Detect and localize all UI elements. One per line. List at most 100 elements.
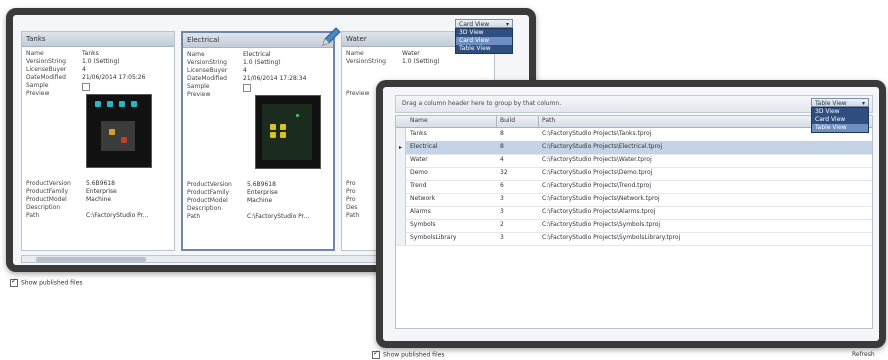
row-selector[interactable] <box>396 128 406 141</box>
table-row[interactable]: Demo 32 C:\FactoryStudio Projects\Demo.tpr… <box>396 167 872 181</box>
view-mode-selected-label: Card View <box>459 21 490 28</box>
view-option-table[interactable]: Table View <box>812 124 868 132</box>
preview-thumbnail <box>255 95 321 169</box>
table-row[interactable]: SymbolsLibrary 3 C:\FactoryStudio Projects… <box>396 232 872 246</box>
refresh-link[interactable]: Refresh <box>852 351 875 358</box>
table-row[interactable]: Water 4 C:\FactoryStudio Projects\Water.tp… <box>396 154 872 168</box>
cell-name: Electrical <box>410 143 438 150</box>
checkbox-checked-icon[interactable] <box>372 349 380 359</box>
column-header-path[interactable]: Path <box>542 116 842 126</box>
field-label: VersionString <box>26 58 66 65</box>
cell-path: C:\FactoryStudio Projects\Symbols.tproj <box>542 221 661 228</box>
view-option-3d[interactable]: 3D View <box>812 108 868 116</box>
cell-path: C:\FactoryStudio Projects\Trend.tproj <box>542 182 652 189</box>
card-header: Electrical <box>183 33 333 48</box>
group-by-panel[interactable]: Drag a column header here to group by th… <box>395 95 873 113</box>
card-header: Tanks <box>22 32 174 47</box>
column-header-name[interactable]: Name <box>410 116 490 126</box>
table-row[interactable]: Symbols 2 C:\FactoryStudio Projects\Symbol… <box>396 219 872 233</box>
cell-name: Alarms <box>410 208 431 215</box>
table-row[interactable]: ▸ Electrical 8 C:\FactoryStudio Projects\El… <box>396 141 872 155</box>
row-selector[interactable] <box>396 193 406 206</box>
field-label: ProductFamily <box>26 188 69 195</box>
preview-shape <box>131 101 137 107</box>
field-label: Name <box>26 50 44 57</box>
table-view-window: Drag a column header here to group by th… <box>376 80 886 348</box>
field-label: Name <box>346 50 364 57</box>
field-label: VersionString <box>187 59 227 66</box>
cell-build: 6 <box>500 182 504 189</box>
preview-shape <box>270 124 276 130</box>
field-value: 4 <box>82 66 86 73</box>
field-label: Des <box>346 204 358 211</box>
project-card-tanks[interactable]: Tanks Name Tanks VersionString 1.0 (Sett… <box>21 31 175 251</box>
cell-build: 3 <box>500 208 504 215</box>
cell-build: 8 <box>500 130 504 137</box>
field-value: 21/06/2014 17:05:26 <box>82 74 146 81</box>
cell-path: C:\FactoryStudio Projects\Water.tproj <box>542 156 652 163</box>
show-published-label: Show published files <box>383 351 445 359</box>
cell-name: Demo <box>410 169 428 176</box>
view-option-table[interactable]: Table View <box>456 45 512 53</box>
field-label: Path <box>346 212 360 219</box>
field-label: Preview <box>187 91 211 98</box>
pencil-icon[interactable] <box>319 25 343 49</box>
preview-shape <box>121 137 127 143</box>
field-label: Pro <box>346 196 356 203</box>
preview-shape <box>296 114 299 117</box>
table-row[interactable]: Tanks 8 C:\FactoryStudio Projects\Tanks.tp… <box>396 128 872 142</box>
table-row[interactable]: Trend 6 C:\FactoryStudio Projects\Trend.tp… <box>396 180 872 194</box>
cell-name: Tanks <box>410 130 427 137</box>
show-published-checkbox-left[interactable]: Show published files <box>10 277 82 287</box>
row-selector[interactable]: ▸ <box>396 141 406 154</box>
view-mode-selected[interactable]: Table View ▾ <box>811 98 869 107</box>
field-label: Name <box>187 51 205 58</box>
cell-path: C:\FactoryStudio Projects\Network.tproj <box>542 195 660 202</box>
row-selector[interactable] <box>396 219 406 232</box>
preview-shape <box>95 101 101 107</box>
chevron-down-icon: ▾ <box>505 21 509 28</box>
field-value: Enterprise <box>247 189 278 196</box>
field-label: LicenseBuyer <box>26 66 67 73</box>
scrollbar-thumb[interactable] <box>36 257 146 262</box>
view-option-card[interactable]: Card View <box>456 37 512 45</box>
field-label: Sample <box>26 82 49 89</box>
row-selector[interactable] <box>396 167 406 180</box>
cell-name: SymbolsLibrary <box>410 234 457 241</box>
cell-name: Network <box>410 195 436 202</box>
row-selector[interactable] <box>396 154 406 167</box>
show-published-checkbox-right[interactable]: Show published files <box>372 349 445 359</box>
view-mode-selected-label: Table View <box>815 100 847 107</box>
column-header-build[interactable]: Build <box>500 116 540 126</box>
cell-build: 2 <box>500 221 504 228</box>
sample-checkbox[interactable] <box>82 83 90 91</box>
cell-build: 3 <box>500 195 504 202</box>
sample-checkbox[interactable] <box>243 84 251 92</box>
preview-thumbnail <box>86 94 152 168</box>
view-mode-selected[interactable]: Card View ▾ <box>455 19 513 28</box>
preview-shape <box>101 121 135 151</box>
field-label: Path <box>26 212 40 219</box>
field-value: Enterprise <box>86 188 117 195</box>
field-label: Pro <box>346 188 356 195</box>
table-row[interactable]: Alarms 3 C:\FactoryStudio Projects\Alarms.… <box>396 206 872 220</box>
field-value: 5.6B9618 <box>247 181 276 188</box>
row-selector[interactable] <box>396 180 406 193</box>
field-value: 5.6B9618 <box>86 180 115 187</box>
view-option-3d[interactable]: 3D View <box>456 29 512 37</box>
cell-path: C:\FactoryStudio Projects\SymbolsLibrary… <box>542 234 681 241</box>
row-selector[interactable] <box>396 206 406 219</box>
field-value: Machine <box>86 196 112 203</box>
cell-path: C:\FactoryStudio Projects\Electrical.tpr… <box>542 143 663 150</box>
field-label: LicenseBuyer <box>187 67 228 74</box>
table-row[interactable]: Network 3 C:\FactoryStudio Projects\Networ… <box>396 193 872 207</box>
view-mode-dropdown[interactable]: Card View ▾ 3D View Card View Table View <box>455 19 513 54</box>
field-label: Description <box>26 204 61 211</box>
row-selector[interactable] <box>396 232 406 245</box>
view-option-card[interactable]: Card View <box>812 116 868 124</box>
field-label: ProductVersion <box>187 181 232 188</box>
checkbox-checked-icon[interactable] <box>10 277 18 287</box>
project-card-electrical[interactable]: Electrical Name Electrical VersionString… <box>181 31 335 251</box>
field-label: Path <box>187 213 201 220</box>
view-mode-dropdown[interactable]: Table View ▾ 3D View Card View Table Vie… <box>811 98 869 133</box>
